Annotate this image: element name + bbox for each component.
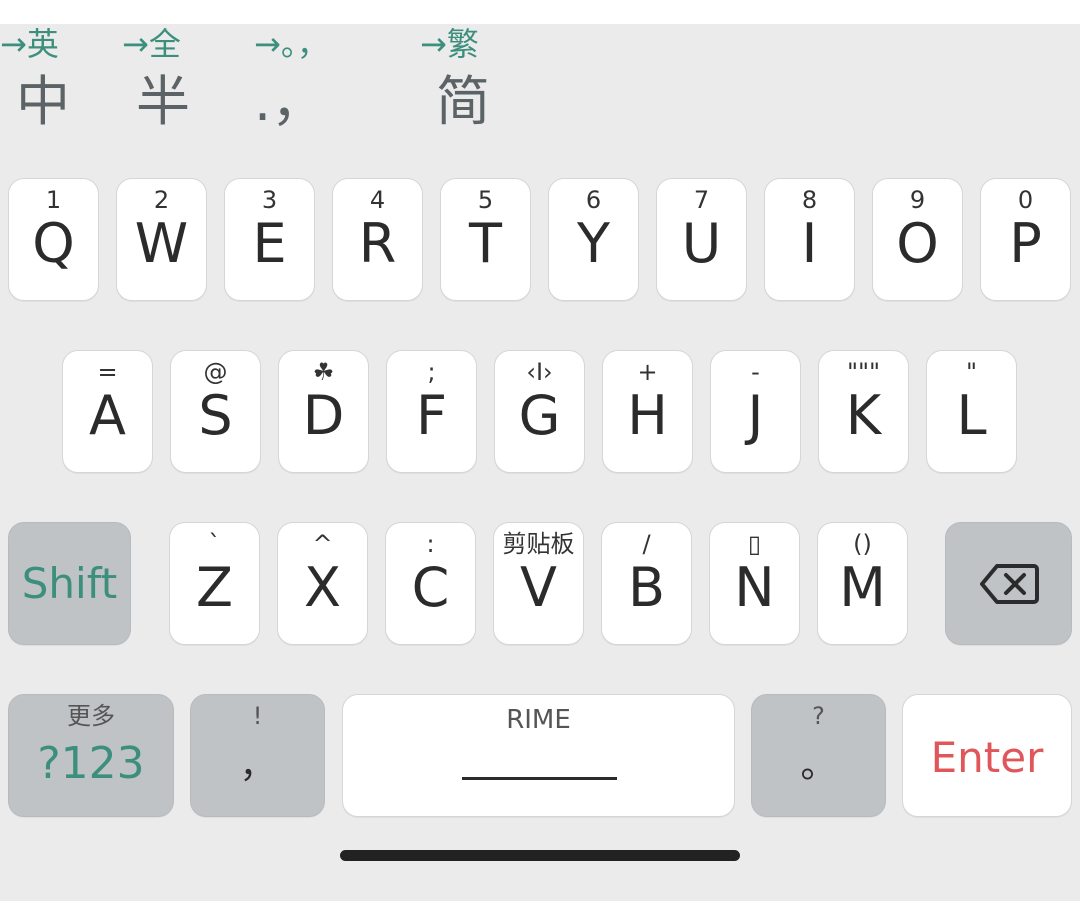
period-key[interactable]: ? 。 [751, 694, 886, 817]
key-m-label: M [839, 556, 886, 619]
key-z-label: Z [196, 556, 233, 619]
key-j-label: J [747, 384, 764, 447]
key-n-label: N [734, 556, 775, 619]
key-g[interactable]: ‹I› G [494, 350, 585, 473]
home-indicator[interactable] [340, 850, 740, 861]
key-o-label: O [896, 212, 939, 275]
key-r[interactable]: 4 R [332, 178, 423, 301]
key-t-label: T [469, 212, 502, 275]
key-y-label: Y [577, 212, 610, 275]
key-c-label: C [411, 556, 450, 619]
backspace-key[interactable] [945, 522, 1072, 645]
key-q[interactable]: 1 Q [8, 178, 99, 301]
comma-key-label: ， [239, 745, 276, 786]
key-p[interactable]: 0 P [980, 178, 1071, 301]
toggle-punctuation-hint: →。， [254, 25, 329, 63]
key-k[interactable]: """ K [818, 350, 909, 473]
toggle-language-label: 中 [16, 70, 70, 133]
key-z[interactable]: ` Z [169, 522, 260, 645]
key-f[interactable]: ; F [386, 350, 477, 473]
key-w[interactable]: 2 W [116, 178, 207, 301]
period-key-alt: ? [812, 702, 825, 730]
backspace-icon [980, 564, 1039, 604]
symbols-key[interactable]: 更多 ?123 [8, 694, 174, 817]
key-d[interactable]: ☘ D [278, 350, 369, 473]
space-bar[interactable]: RIME [342, 694, 735, 817]
key-l[interactable]: " L [926, 350, 1017, 473]
key-i[interactable]: 8 I [764, 178, 855, 301]
key-o[interactable]: 9 O [872, 178, 963, 301]
shift-key[interactable]: Shift [8, 522, 131, 645]
key-e[interactable]: 3 E [224, 178, 315, 301]
key-c[interactable]: : C [385, 522, 476, 645]
key-l-label: L [956, 384, 987, 447]
key-x[interactable]: ^ X [277, 522, 368, 645]
toggle-script-hint: →繁 [420, 25, 479, 63]
key-s[interactable]: @ S [170, 350, 261, 473]
key-f-label: F [415, 384, 448, 447]
key-g-label: G [518, 384, 561, 447]
key-n[interactable]: ▯ N [709, 522, 800, 645]
key-h[interactable]: + H [602, 350, 693, 473]
space-bar-indicator [462, 777, 617, 780]
shift-key-label: Shift [21, 559, 118, 608]
key-m[interactable]: () M [817, 522, 908, 645]
toggle-language-hint: →英 [0, 25, 59, 63]
key-v[interactable]: 剪贴板 V [493, 522, 584, 645]
space-bar-label: RIME [506, 705, 571, 735]
key-u[interactable]: 7 U [656, 178, 747, 301]
key-i-label: I [801, 212, 818, 275]
key-k-label: K [845, 384, 882, 447]
key-u-label: U [681, 212, 722, 275]
key-b-label: B [627, 556, 666, 619]
period-key-label: 。 [800, 745, 837, 786]
key-w-label: W [134, 212, 189, 275]
key-s-label: S [198, 384, 233, 447]
comma-key-alt: ! [252, 702, 263, 730]
toggle-punctuation-label: .， [254, 70, 326, 133]
key-t[interactable]: 5 T [440, 178, 531, 301]
key-v-label: V [520, 556, 557, 619]
key-b[interactable]: / B [601, 522, 692, 645]
key-d-label: D [302, 384, 345, 447]
key-r-label: R [358, 212, 397, 275]
key-y[interactable]: 6 Y [548, 178, 639, 301]
key-e-label: E [252, 212, 287, 275]
toggle-width-label: 半 [136, 70, 190, 133]
toggle-script-label: 简 [436, 70, 490, 133]
key-q-label: Q [32, 212, 75, 275]
keyboard: →英 中 →全 半 →。， .， →繁 简 1 Q 2 W 3 E 4 R 5 … [0, 24, 1080, 901]
key-h-label: H [627, 384, 668, 447]
key-p-label: P [1009, 212, 1042, 275]
enter-key[interactable]: Enter [902, 694, 1072, 817]
symbols-key-alt: 更多 [67, 702, 115, 730]
toggle-width-hint: →全 [122, 25, 181, 63]
comma-key[interactable]: ! ， [190, 694, 325, 817]
enter-key-label: Enter [930, 733, 1044, 782]
key-x-label: X [304, 556, 341, 619]
symbols-key-label: ?123 [37, 738, 145, 789]
key-a-label: A [89, 384, 126, 447]
key-j[interactable]: - J [710, 350, 801, 473]
key-a[interactable]: = A [62, 350, 153, 473]
